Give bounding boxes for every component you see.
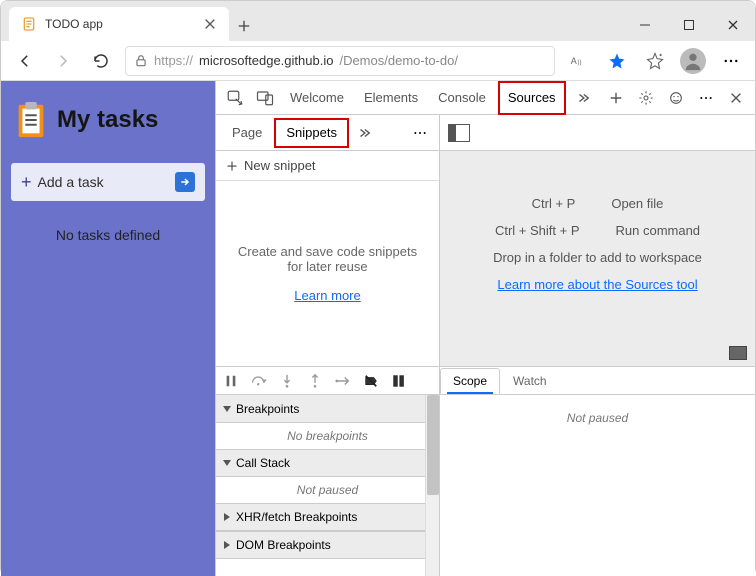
chevron-down-icon [223, 406, 231, 412]
new-snippet-button[interactable]: New snippet [216, 151, 439, 181]
url-path: /Demos/demo-to-do/ [339, 53, 458, 68]
browser-tab[interactable]: TODO app [9, 7, 229, 41]
submit-arrow-icon[interactable] [175, 172, 195, 192]
breakpoints-empty: No breakpoints [216, 423, 439, 449]
add-task-input[interactable]: + Add a task [11, 163, 205, 201]
callstack-empty: Not paused [216, 477, 439, 503]
devtools-panel: Welcome Elements Console Sources Page Sn… [215, 81, 755, 576]
tab-sources[interactable]: Sources [498, 81, 566, 115]
device-toolbar-icon[interactable] [252, 85, 278, 111]
url-scheme: https:// [154, 53, 193, 68]
chevron-right-icon [224, 513, 230, 521]
breakpoints-title: Breakpoints [236, 402, 299, 416]
pause-icon[interactable] [222, 372, 240, 390]
editor-topbar [440, 115, 755, 151]
shortcut-open-file-label: Open file [611, 196, 663, 211]
nav-more-icon[interactable] [407, 120, 433, 146]
maximize-button[interactable] [667, 9, 711, 41]
step-icon[interactable] [334, 372, 352, 390]
scope-empty: Not paused [440, 395, 755, 576]
new-tab-button[interactable] [229, 11, 259, 41]
toggle-debugger-icon[interactable] [729, 346, 747, 360]
window-titlebar: TODO app [1, 1, 755, 41]
window-controls [623, 9, 755, 41]
tab-scope[interactable]: Scope [440, 368, 500, 394]
page-content: My tasks + Add a task No tasks defined [1, 81, 215, 576]
breakpoints-section-header[interactable]: Breakpoints [216, 395, 439, 423]
back-button[interactable] [11, 47, 39, 75]
step-over-icon[interactable] [250, 372, 268, 390]
page-favicon-icon [21, 16, 37, 32]
scrollbar-thumb[interactable] [427, 395, 439, 495]
plus-icon: + [21, 172, 32, 193]
shortcut-open-file-key: Ctrl + P [532, 196, 576, 211]
collections-icon[interactable] [641, 47, 669, 75]
shortcut-run-cmd-key: Ctrl + Shift + P [495, 223, 580, 238]
inspect-element-icon[interactable] [222, 85, 248, 111]
new-tab-devtools-icon[interactable] [603, 85, 629, 111]
chevron-right-icon [224, 541, 230, 549]
pause-on-exceptions-icon[interactable] [390, 372, 408, 390]
callstack-section-header[interactable]: Call Stack [216, 449, 439, 477]
feedback-icon[interactable] [663, 85, 689, 111]
close-window-button[interactable] [711, 9, 755, 41]
svg-text:)): )) [578, 60, 582, 66]
more-tabs-icon[interactable] [570, 85, 596, 111]
dom-breakpoints-header[interactable]: DOM Breakpoints [216, 531, 439, 559]
more-menu-button[interactable] [717, 47, 745, 75]
new-snippet-label: New snippet [244, 158, 316, 173]
sources-navigator: Page Snippets New snippet Create and sav… [216, 115, 440, 366]
clipboard-icon [15, 101, 47, 139]
snippets-help-text: Create and save code snippets for later … [236, 244, 419, 274]
add-task-label: Add a task [38, 174, 169, 190]
scrollbar[interactable] [425, 395, 439, 576]
tab-welcome[interactable]: Welcome [282, 81, 352, 115]
settings-gear-icon[interactable] [633, 85, 659, 111]
shortcut-run-cmd-label: Run command [616, 223, 701, 238]
xhr-title: XHR/fetch Breakpoints [236, 510, 357, 524]
tab-console[interactable]: Console [430, 81, 494, 115]
address-bar: https:// microsoftedge.github.io/Demos/de… [1, 41, 755, 81]
devtools-more-icon[interactable] [693, 85, 719, 111]
debug-toolbar [216, 367, 439, 395]
toggle-navigator-icon[interactable] [448, 124, 470, 142]
tab-elements[interactable]: Elements [356, 81, 426, 115]
profile-avatar[interactable] [679, 47, 707, 75]
lock-icon [134, 54, 148, 68]
snippets-help: Create and save code snippets for later … [216, 181, 439, 366]
editor-placeholder: Ctrl + P Open file Ctrl + Shift + P Run co… [440, 151, 755, 366]
close-tab-icon[interactable] [203, 17, 217, 31]
close-devtools-icon[interactable] [723, 85, 749, 111]
reader-mode-icon[interactable]: A)) [565, 47, 593, 75]
page-title: My tasks [57, 106, 158, 134]
step-into-icon[interactable] [278, 372, 296, 390]
tab-watch[interactable]: Watch [500, 368, 560, 394]
reload-button[interactable] [87, 47, 115, 75]
xhr-breakpoints-header[interactable]: XHR/fetch Breakpoints [216, 503, 439, 531]
callstack-title: Call Stack [236, 456, 290, 470]
svg-text:A: A [571, 56, 577, 66]
minimize-button[interactable] [623, 9, 667, 41]
forward-button[interactable] [49, 47, 77, 75]
snippets-learn-more-link[interactable]: Learn more [294, 288, 360, 303]
step-out-icon[interactable] [306, 372, 324, 390]
url-box[interactable]: https:// microsoftedge.github.io/Demos/de… [125, 46, 555, 76]
chevron-down-icon [223, 460, 231, 466]
tab-title: TODO app [45, 17, 195, 31]
deactivate-breakpoints-icon[interactable] [362, 372, 380, 390]
dom-title: DOM Breakpoints [236, 538, 331, 552]
sources-learn-more-link[interactable]: Learn more about the Sources tool [497, 277, 697, 292]
nav-tab-page[interactable]: Page [222, 118, 272, 148]
debugger-drawer: Breakpoints No breakpoints Call Stack No… [216, 366, 755, 576]
url-host: microsoftedge.github.io [199, 53, 333, 68]
no-tasks-label: No tasks defined [1, 201, 215, 269]
favorite-star-icon[interactable] [603, 47, 631, 75]
devtools-tabs: Welcome Elements Console Sources [216, 81, 755, 115]
nav-more-tabs-icon[interactable] [351, 120, 377, 146]
nav-tab-snippets[interactable]: Snippets [274, 118, 349, 148]
drop-folder-hint: Drop in a folder to add to workspace [493, 250, 702, 265]
